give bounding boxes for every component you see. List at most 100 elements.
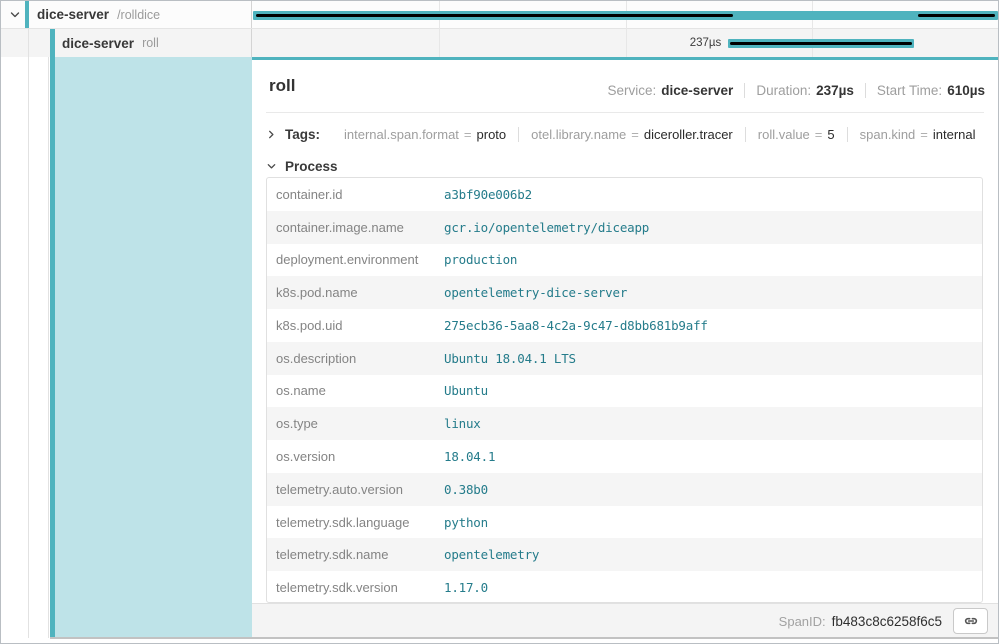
indent-guide bbox=[28, 29, 29, 638]
overview-label: Duration: bbox=[756, 83, 811, 98]
row-value: a3bf90e006b2 bbox=[444, 187, 532, 202]
row-key: os.description bbox=[267, 351, 444, 366]
row-value: opentelemetry bbox=[444, 547, 539, 562]
span-overview: Service: dice-server Duration: 237µs Sta… bbox=[596, 83, 985, 98]
table-row: container.id a3bf90e006b2 bbox=[267, 178, 982, 211]
operation-name: roll bbox=[142, 36, 159, 50]
table-row: os.description Ubuntu 18.04.1 LTS bbox=[267, 342, 982, 375]
tag-key: roll.value bbox=[758, 127, 810, 142]
row-value: production bbox=[444, 252, 517, 267]
timeline: 237µs bbox=[253, 1, 998, 57]
row-key: os.name bbox=[267, 383, 444, 398]
row-key: container.image.name bbox=[267, 220, 444, 235]
row-key: telemetry.sdk.name bbox=[267, 547, 444, 562]
row-value: Ubuntu bbox=[444, 383, 488, 398]
process-section-toggle[interactable]: Process bbox=[266, 154, 338, 178]
table-row: k8s.pod.uid 275ecb36-5aa8-4c2a-9c47-d8bb… bbox=[267, 309, 982, 342]
spanid-value: fb483c8c6258f6c5 bbox=[832, 614, 942, 629]
row-key: os.type bbox=[267, 416, 444, 431]
row-key: container.id bbox=[267, 187, 444, 202]
process-kv-table: container.id a3bf90e006b2 container.imag… bbox=[266, 177, 983, 603]
row-key: telemetry.sdk.version bbox=[267, 580, 444, 595]
tag-value: 5 bbox=[827, 127, 834, 142]
overview-value: 610µs bbox=[947, 83, 985, 98]
row-key: k8s.pod.uid bbox=[267, 318, 444, 333]
span-name-cell-rolldice[interactable]: dice-server /rolldice bbox=[1, 1, 252, 28]
tags-section-toggle[interactable]: Tags: internal.span.format = proto otel.… bbox=[266, 121, 988, 147]
table-row: os.name Ubuntu bbox=[267, 375, 982, 408]
header-divider bbox=[266, 112, 984, 113]
row-value: 18.04.1 bbox=[444, 449, 495, 464]
span-bar-rolldice[interactable] bbox=[253, 11, 998, 20]
service-name: dice-server bbox=[37, 7, 109, 22]
jaeger-trace-detail-view: dice-server /rolldice dice-server roll 2… bbox=[0, 0, 999, 644]
table-row: deployment.environment production bbox=[267, 244, 982, 277]
tag-key: span.kind bbox=[860, 127, 916, 142]
tag-item: otel.library.name = diceroller.tracer bbox=[518, 127, 745, 142]
chevron-down-icon bbox=[266, 161, 277, 172]
span-duration-label: 237µs bbox=[253, 37, 721, 49]
service-name: dice-server bbox=[62, 36, 134, 51]
indent-guide bbox=[48, 57, 49, 638]
span-title: roll bbox=[269, 76, 295, 96]
tag-equals: = bbox=[631, 127, 639, 142]
span-detail-footer: SpanID: fb483c8c6258f6c5 bbox=[252, 603, 998, 638]
span-bar-roll[interactable] bbox=[728, 39, 914, 48]
span-color-accent bbox=[25, 1, 29, 28]
tag-value: proto bbox=[477, 127, 507, 142]
link-icon bbox=[963, 613, 979, 629]
row-value: gcr.io/opentelemetry/diceapp bbox=[444, 220, 649, 235]
table-row: k8s.pod.name opentelemetry-dice-server bbox=[267, 276, 982, 309]
tag-value: internal bbox=[933, 127, 976, 142]
tag-item: roll.value = 5 bbox=[745, 127, 847, 142]
overview-label: Start Time: bbox=[877, 83, 942, 98]
row-value: 0.38b0 bbox=[444, 482, 488, 497]
row-key: deployment.environment bbox=[267, 252, 444, 267]
tag-item: internal.span.format = proto bbox=[332, 127, 518, 142]
tag-equals: = bbox=[464, 127, 472, 142]
span-name-cell-roll[interactable]: dice-server roll bbox=[1, 29, 252, 57]
table-row: telemetry.auto.version 0.38b0 bbox=[267, 473, 982, 506]
table-row: container.image.name gcr.io/opentelemetr… bbox=[267, 211, 982, 244]
table-row: telemetry.sdk.name opentelemetry bbox=[267, 538, 982, 571]
row-key: telemetry.sdk.language bbox=[267, 515, 444, 530]
overview-duration: Duration: 237µs bbox=[744, 83, 865, 98]
process-label: Process bbox=[285, 159, 338, 174]
row-key: k8s.pod.name bbox=[267, 285, 444, 300]
row-value: Ubuntu 18.04.1 LTS bbox=[444, 351, 576, 366]
overview-start-time: Start Time: 610µs bbox=[865, 83, 985, 98]
tag-key: internal.span.format bbox=[344, 127, 459, 142]
overview-label: Service: bbox=[607, 83, 656, 98]
row-value: opentelemetry-dice-server bbox=[444, 285, 627, 300]
selected-span-background bbox=[55, 57, 252, 638]
tag-value: diceroller.tracer bbox=[644, 127, 733, 142]
tag-key: otel.library.name bbox=[531, 127, 626, 142]
row-value: 1.17.0 bbox=[444, 580, 488, 595]
tag-list: internal.span.format = proto otel.librar… bbox=[332, 127, 988, 142]
tag-equals: = bbox=[815, 127, 823, 142]
timeline-gridline bbox=[812, 1, 813, 57]
chevron-right-icon bbox=[266, 129, 277, 140]
table-row: os.type linux bbox=[267, 407, 982, 440]
row-value: python bbox=[444, 515, 488, 530]
row-key: telemetry.auto.version bbox=[267, 482, 444, 497]
table-row: os.version 18.04.1 bbox=[267, 440, 982, 473]
span-detail-card: roll Service: dice-server Duration: 237µ… bbox=[252, 57, 998, 638]
tag-item: span.kind = internal bbox=[847, 127, 988, 142]
critical-path-segment bbox=[256, 14, 733, 17]
critical-path-segment bbox=[918, 14, 995, 17]
tag-equals: = bbox=[920, 127, 928, 142]
spanid-label: SpanID: bbox=[779, 614, 826, 629]
chevron-down-icon[interactable] bbox=[9, 9, 21, 21]
overview-value: dice-server bbox=[661, 83, 733, 98]
operation-name: /rolldice bbox=[117, 8, 160, 22]
overview-service: Service: dice-server bbox=[596, 83, 744, 98]
table-row: telemetry.sdk.version 1.17.0 bbox=[267, 571, 982, 603]
row-key: os.version bbox=[267, 449, 444, 464]
table-row: telemetry.sdk.language python bbox=[267, 506, 982, 539]
tags-label: Tags: bbox=[285, 127, 320, 142]
detail-row-bottom-border bbox=[50, 637, 998, 639]
row-value: linux bbox=[444, 416, 481, 431]
row-value: 275ecb36-5aa8-4c2a-9c47-d8bb681b9aff bbox=[444, 318, 708, 333]
copy-span-link-button[interactable] bbox=[953, 608, 988, 634]
